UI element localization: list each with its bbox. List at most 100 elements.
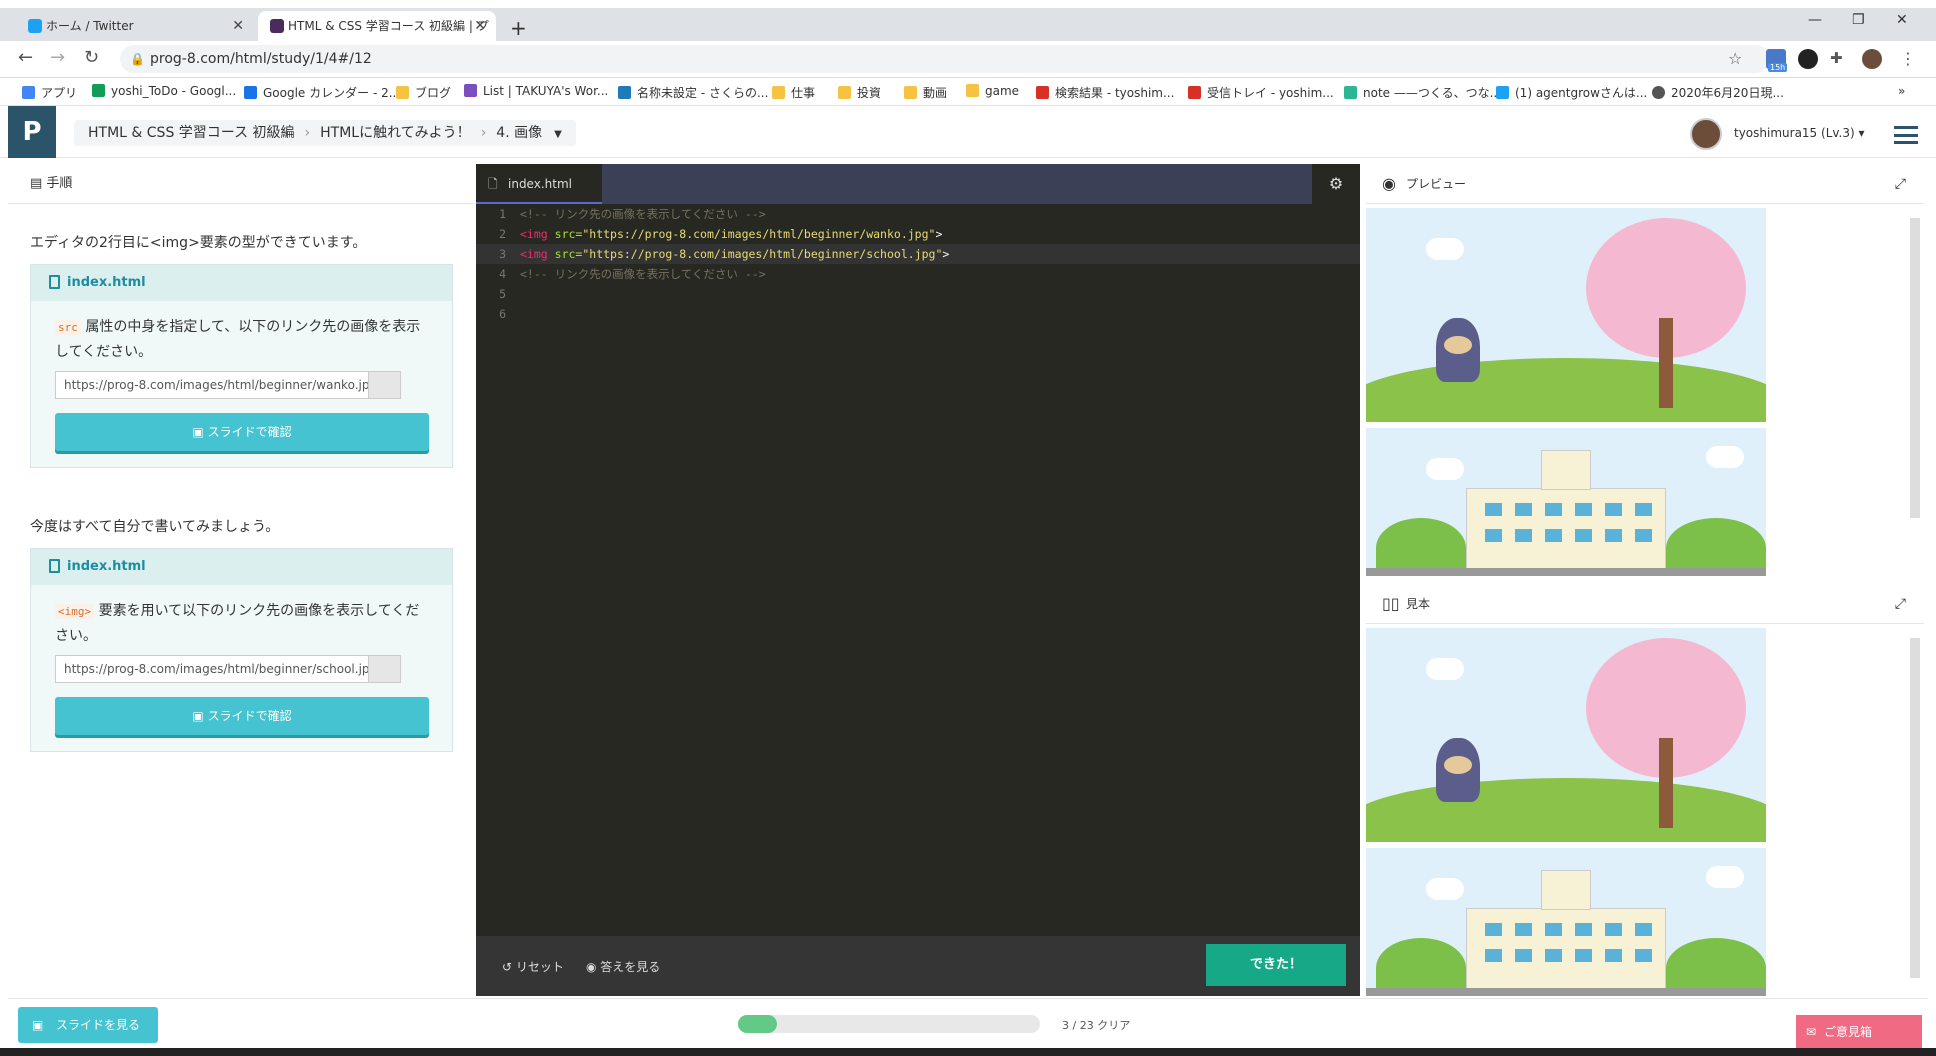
wanko-image xyxy=(1366,628,1766,842)
code-line[interactable]: 4 <!-- リンク先の画像を表示してください --> xyxy=(476,264,1360,284)
breadcrumb-step[interactable]: 4. 画像 xyxy=(496,125,542,141)
show-answer-button[interactable]: ◉ 答えを見る xyxy=(586,958,660,975)
instruction-intro-2: 今度はすべて自分で書いてみましょう。 xyxy=(30,519,280,535)
bookmark-item[interactable]: Google カレンダー - 2... xyxy=(244,84,400,101)
bookmarks-overflow-icon[interactable]: » xyxy=(1898,84,1905,98)
code-tag: <img xyxy=(520,247,548,261)
code-attr: src= xyxy=(554,247,583,261)
code-lines[interactable]: 1 <!-- リンク先の画像を表示してください --> 2 <img src="ht… xyxy=(476,204,1360,324)
slide-confirm-button[interactable]: ▣ スライドで確認 xyxy=(55,413,429,451)
bookmark-item[interactable]: 投資 xyxy=(838,84,881,101)
chat-extension-icon[interactable] xyxy=(1798,49,1818,69)
user-name: tyoshimura15 (Lv.3) xyxy=(1734,126,1855,140)
bookmark-item[interactable]: 2020年6月20日現... xyxy=(1652,84,1784,101)
link-copy-field[interactable]: https://prog-8.com/images/html/beginner/… xyxy=(55,371,401,399)
bookmark-item[interactable]: 受信トレイ - yoshim... xyxy=(1188,84,1334,101)
bookmark-item[interactable]: ブログ xyxy=(396,84,451,101)
eye-icon: ◉ xyxy=(586,960,601,974)
close-icon[interactable]: ✕ xyxy=(474,11,486,41)
site-icon xyxy=(618,86,631,99)
line-number: 3 xyxy=(499,247,506,261)
tab-bar: ホーム / Twitter ✕ HTML & CSS 学習コース 初級編 | プ… xyxy=(0,8,1936,41)
copy-icon[interactable] xyxy=(368,656,400,682)
forward-icon[interactable]: → xyxy=(50,47,65,68)
bookmark-item[interactable]: yoshi_ToDo - Googl... xyxy=(92,84,236,98)
ninja-character xyxy=(1436,738,1480,802)
feedback-button[interactable]: ✉ ご意見箱 xyxy=(1796,1015,1922,1049)
cloud xyxy=(1706,866,1744,888)
progate-logo[interactable]: P xyxy=(8,106,56,158)
puzzle-icon[interactable]: ✚ xyxy=(1830,49,1843,67)
bookmark-label: game xyxy=(985,84,1020,98)
minimize-icon[interactable]: — xyxy=(1808,12,1822,28)
code-line[interactable]: 6 xyxy=(476,304,1360,324)
bookmark-item[interactable]: 動画 xyxy=(904,84,947,101)
progress-fill xyxy=(738,1015,778,1033)
button-label: ご意見箱 xyxy=(1824,1025,1873,1039)
file-icon: 🗋 xyxy=(488,177,498,191)
bookmark-label: List | TAKUYA's Wor... xyxy=(483,84,609,98)
sample-scrollbar[interactable] xyxy=(1910,638,1920,978)
eye-icon: ◉ xyxy=(1382,174,1396,193)
bookmark-item[interactable]: List | TAKUYA's Wor... xyxy=(464,84,608,98)
restore-icon[interactable]: ❐ xyxy=(1852,12,1865,28)
book-icon: ▤ xyxy=(30,176,47,191)
site-icon xyxy=(464,84,477,97)
url-field[interactable]: 🔒 prog-8.com/html/study/1/4#/12 xyxy=(120,45,1770,73)
twitter-icon xyxy=(1496,86,1509,99)
code-line-active[interactable]: 3 <img src="https://prog-8.com/images/htm… xyxy=(476,244,1360,264)
apps-icon xyxy=(22,86,35,99)
link-text[interactable]: https://prog-8.com/images/html/beginner/… xyxy=(64,378,377,392)
link-copy-field[interactable]: https://prog-8.com/images/html/beginner/… xyxy=(55,655,401,683)
breadcrumb[interactable]: HTML & CSS 学習コース 初級編 › HTMLに触れてみよう！ › 4. 画像 ▼ xyxy=(74,120,576,146)
line-number: 6 xyxy=(499,307,506,321)
globe-icon xyxy=(1652,86,1665,99)
menu-dots-icon[interactable]: ⋮ xyxy=(1900,49,1916,68)
reload-icon[interactable]: ↻ xyxy=(84,47,99,68)
address-bar-row: ← → ↻ 🔒 prog-8.com/html/study/1/4#/12 ☆ … xyxy=(0,41,1936,78)
bookmark-item[interactable]: 仕事 xyxy=(772,84,815,101)
reset-button[interactable]: ↺ リセット xyxy=(502,958,564,975)
new-tab-button[interactable]: + xyxy=(510,16,527,40)
breadcrumb-course[interactable]: HTML & CSS 学習コース 初級編 xyxy=(88,125,295,141)
see-slides-button[interactable]: ▣ スライドを見る xyxy=(18,1007,158,1043)
gear-icon[interactable]: ⚙ xyxy=(1312,164,1360,204)
code-line[interactable]: 5 xyxy=(476,284,1360,304)
bookmark-label: yoshi_ToDo - Googl... xyxy=(111,84,237,98)
breadcrumb-lesson[interactable]: HTMLに触れてみよう！ xyxy=(320,125,471,141)
user-avatar[interactable] xyxy=(1690,118,1722,150)
dropdown-caret-icon[interactable]: ▼ xyxy=(554,129,562,140)
profile-avatar[interactable] xyxy=(1862,49,1882,69)
bookmark-item[interactable]: (1) agentgrowさんは... xyxy=(1496,84,1647,101)
tab-progate[interactable]: HTML & CSS 学習コース 初級編 | プ ✕ xyxy=(258,11,496,41)
code-line[interactable]: 1 <!-- リンク先の画像を表示してください --> xyxy=(476,204,1360,224)
sample-header: ▯▯ 見本 ⤢ xyxy=(1366,584,1924,624)
star-icon[interactable]: ☆ xyxy=(1728,49,1742,68)
tab-label: index.html xyxy=(508,177,572,191)
hamburger-menu-icon[interactable] xyxy=(1894,126,1918,144)
done-button[interactable]: できた！ xyxy=(1206,944,1346,986)
bookmark-apps[interactable]: アプリ xyxy=(22,84,77,101)
code-tag-end: > xyxy=(942,247,950,261)
tab-title: HTML & CSS 学習コース 初級編 | プ xyxy=(288,19,489,33)
code-line[interactable]: 2 <img src="https://prog-8.com/images/htm… xyxy=(476,224,1360,244)
bookmark-item[interactable]: 検索結果 - tyoshim... xyxy=(1036,84,1174,101)
user-menu[interactable]: tyoshimura15 (Lv.3) ▾ xyxy=(1734,126,1865,140)
preview-scrollbar[interactable] xyxy=(1910,218,1920,518)
preview-title: プレビュー xyxy=(1406,177,1467,191)
code-tag: <img xyxy=(520,227,548,241)
bookmark-item[interactable]: game xyxy=(966,84,1019,98)
link-text[interactable]: https://prog-8.com/images/html/beginner/… xyxy=(64,662,377,676)
tab-twitter[interactable]: ホーム / Twitter ✕ xyxy=(16,11,254,41)
close-icon[interactable]: ✕ xyxy=(232,11,244,41)
bookmark-item[interactable]: 名称未設定 - さくらの... xyxy=(618,84,768,101)
expand-icon[interactable]: ⤢ xyxy=(1895,584,1906,624)
window-close-icon[interactable]: ✕ xyxy=(1896,12,1908,28)
bookmark-label: 投資 xyxy=(857,86,882,100)
bookmark-item[interactable]: note ——つくる、つな... xyxy=(1344,84,1501,101)
back-icon[interactable]: ← xyxy=(18,47,33,68)
copy-icon[interactable] xyxy=(368,372,400,398)
slide-confirm-button[interactable]: ▣ スライドで確認 xyxy=(55,697,429,735)
editor-tab-index[interactable]: 🗋 index.html xyxy=(476,164,602,204)
expand-icon[interactable]: ⤢ xyxy=(1895,164,1906,204)
